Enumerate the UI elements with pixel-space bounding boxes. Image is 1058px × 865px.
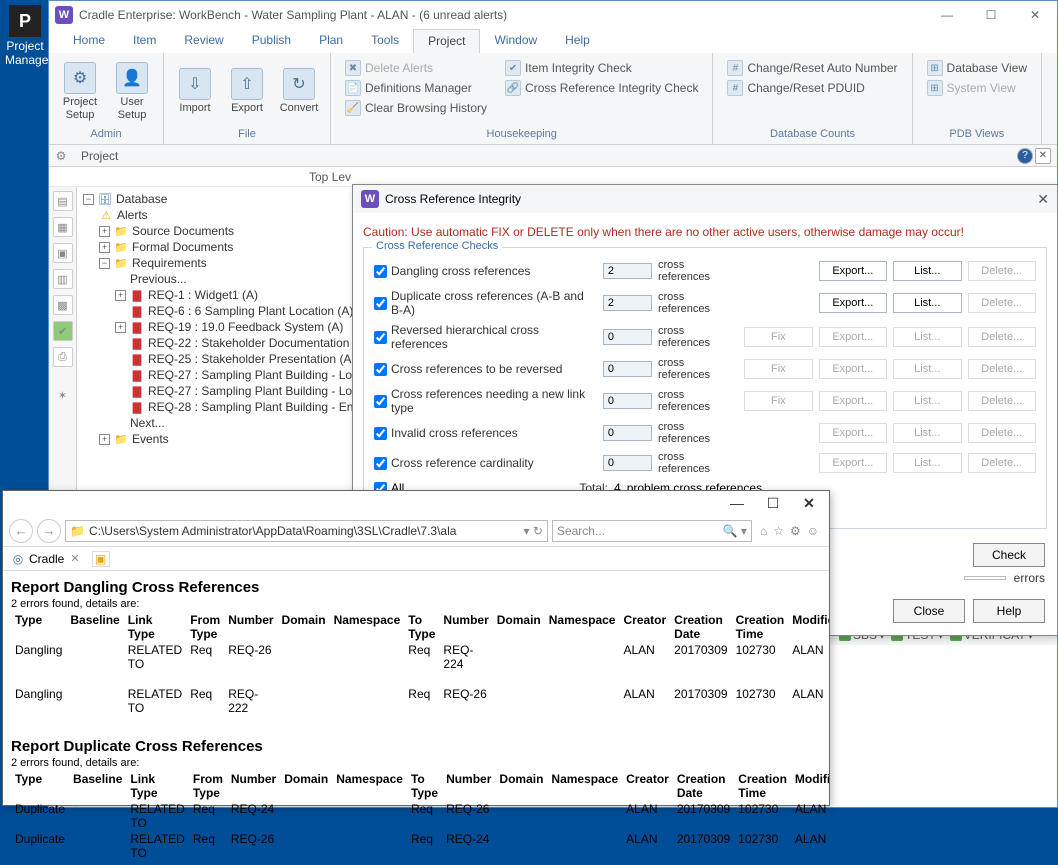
dialog-icon: W (361, 190, 379, 208)
emoji-icon[interactable]: ☺ (807, 524, 819, 538)
menu-review[interactable]: Review (170, 29, 237, 53)
delete-alerts-button[interactable]: ✖Delete Alerts (343, 59, 489, 77)
clear-history-button[interactable]: 🧹Clear Browsing History (343, 99, 489, 117)
back-button[interactable]: ← (9, 519, 33, 543)
new-tab-icon[interactable]: ▣ (92, 551, 110, 567)
dialog-close-icon[interactable]: ✕ (1037, 191, 1049, 208)
menu-plan[interactable]: Plan (305, 29, 357, 53)
minimize-button[interactable]: — (925, 1, 969, 29)
browser-minimize-button[interactable]: — (727, 495, 747, 511)
tool-3[interactable]: ▣ (53, 243, 73, 263)
database-view-button[interactable]: ⊞Database View (925, 59, 1030, 77)
search-input[interactable]: Search...🔍 ▾ (552, 520, 752, 542)
browser-close-button[interactable]: ✕ (799, 495, 819, 512)
auto-number-button[interactable]: #Change/Reset Auto Number (725, 59, 899, 77)
forward-button[interactable]: → (37, 519, 61, 543)
dialog-title: Cross Reference Integrity (385, 192, 521, 206)
check-dangling[interactable]: Dangling cross references (374, 264, 597, 278)
tool-5[interactable]: ▩ (53, 295, 73, 315)
ribbon: ⚙Project Setup 👤User Setup Admin ⇩Import… (49, 53, 1057, 145)
close-panel-icon[interactable]: ✕ (1035, 148, 1051, 164)
convert-button[interactable]: ↻Convert (276, 57, 322, 126)
tool-2[interactable]: ▦ (53, 217, 73, 237)
errors-field[interactable] (964, 576, 1006, 580)
maximize-button[interactable]: ☐ (969, 1, 1013, 29)
check-tobe-reversed[interactable]: Cross references to be reversed (374, 362, 597, 376)
check-invalid[interactable]: Invalid cross references (374, 426, 597, 440)
report2-table: TypeBaselineLink TypeFrom TypeNumberDoma… (11, 771, 829, 861)
tool-4[interactable]: ▥ (53, 269, 73, 289)
browser-window: — ☐ ✕ ← → 📁C:\Users\System Administrator… (2, 490, 830, 806)
address-bar[interactable]: 📁C:\Users\System Administrator\AppData\R… (65, 520, 548, 542)
export-dangling-button[interactable]: Export... (819, 261, 887, 281)
desktop-shortcut[interactable]: P Project Manage (5, 5, 45, 67)
pduid-button[interactable]: #Change/Reset PDUID (725, 79, 899, 97)
help-button[interactable]: Help (973, 599, 1045, 623)
check-reversed[interactable]: Reversed hierarchical cross references (374, 323, 597, 351)
user-setup-button[interactable]: 👤User Setup (109, 57, 155, 126)
export-duplicate-button[interactable]: Export... (819, 293, 887, 313)
delete-duplicate-button[interactable]: Delete... (968, 293, 1036, 313)
check-button[interactable]: Check (973, 543, 1045, 567)
menu-project[interactable]: Project (413, 29, 480, 53)
favorites-icon[interactable]: ☆ (773, 524, 784, 538)
menu-home[interactable]: Home (59, 29, 119, 53)
menu-publish[interactable]: Publish (238, 29, 305, 53)
browser-tab[interactable]: ◎Cradle✕ ▣ (3, 547, 829, 571)
report1-title: Report Dangling Cross References (11, 579, 821, 596)
system-view-button[interactable]: ⊞System View (925, 79, 1030, 97)
check-newlink[interactable]: Cross references needing a new link type (374, 387, 597, 415)
gear-icon[interactable]: ⚙ (49, 149, 73, 163)
check-duplicate[interactable]: Duplicate cross references (A-B and B-A) (374, 289, 597, 317)
definitions-manager-button[interactable]: 📄Definitions Manager (343, 79, 489, 97)
project-setup-button[interactable]: ⚙Project Setup (57, 57, 103, 126)
report2-title: Report Duplicate Cross References (11, 738, 821, 755)
report1-table: TypeBaselineLink TypeFrom TypeNumberDoma… (11, 612, 829, 730)
tool-1[interactable]: ▤ (53, 191, 73, 211)
browser-maximize-button[interactable]: ☐ (763, 495, 783, 512)
close-button[interactable]: Close (893, 599, 965, 623)
tool-6[interactable]: ✔ (53, 321, 73, 341)
xref-integrity-button[interactable]: 🔗Cross Reference Integrity Check (503, 79, 700, 97)
project-bar: ⚙ Project ?✕ (49, 145, 1057, 167)
delete-dangling-button[interactable]: Delete... (968, 261, 1036, 281)
app-icon: W (55, 6, 73, 24)
settings-icon[interactable]: ⚙ (790, 524, 801, 538)
close-button[interactable]: ✕ (1013, 1, 1057, 29)
export-button[interactable]: ⇧Export (224, 57, 270, 126)
menu-help[interactable]: Help (551, 29, 604, 53)
titlebar: W Cradle Enterprise: WorkBench - Water S… (49, 1, 1057, 29)
list-dangling-button[interactable]: List... (893, 261, 961, 281)
fix-reversed-button[interactable]: Fix (744, 327, 812, 347)
home-icon[interactable]: ⌂ (760, 524, 767, 538)
item-integrity-button[interactable]: ✔Item Integrity Check (503, 59, 700, 77)
tool-8[interactable]: ✶ (53, 385, 73, 405)
menubar: Home Item Review Publish Plan Tools Proj… (49, 29, 1057, 53)
menu-window[interactable]: Window (480, 29, 551, 53)
tool-7[interactable]: ⎙ (53, 347, 73, 367)
list-duplicate-button[interactable]: List... (893, 293, 961, 313)
menu-item[interactable]: Item (119, 29, 170, 53)
checks-groupbox: Cross Reference Checks Dangling cross re… (363, 247, 1047, 529)
import-button[interactable]: ⇩Import (172, 57, 218, 126)
menu-tools[interactable]: Tools (357, 29, 413, 53)
window-title: Cradle Enterprise: WorkBench - Water Sam… (79, 8, 507, 22)
check-cardinality[interactable]: Cross reference cardinality (374, 456, 597, 470)
help-icon[interactable]: ? (1017, 148, 1033, 164)
